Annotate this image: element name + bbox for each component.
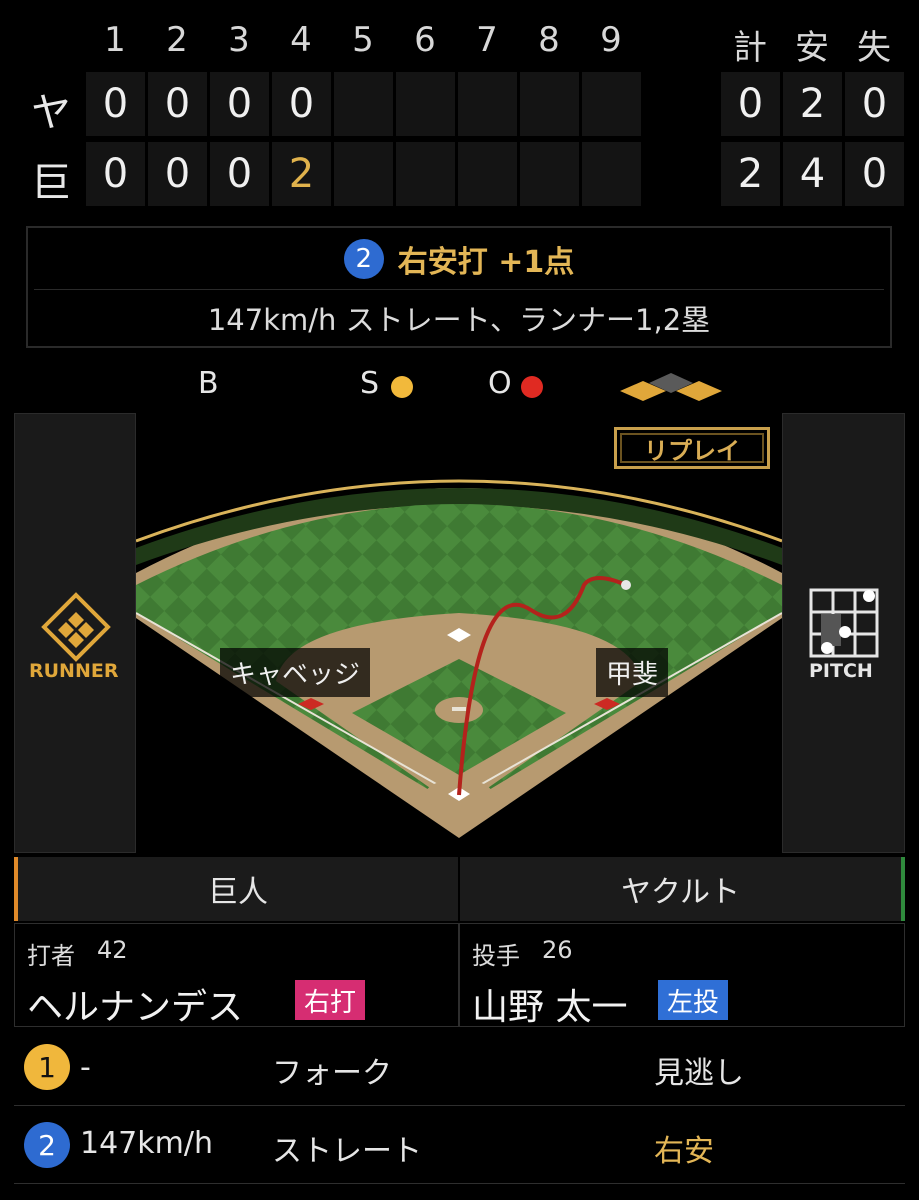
pitch-row[interactable]: 1 - フォーク 見逃し bbox=[14, 1028, 905, 1106]
score-cell: 0 bbox=[148, 72, 207, 136]
runner-panel[interactable]: RUNNER bbox=[14, 413, 136, 853]
pitch-number-badge: 1 bbox=[24, 1044, 70, 1090]
batter-number: 42 bbox=[97, 936, 128, 964]
score-cell bbox=[334, 72, 393, 136]
inning-header: 7 bbox=[476, 20, 498, 60]
tab-away-team[interactable]: ヤクルト bbox=[460, 857, 905, 921]
pitch-row[interactable]: 2 147km/h ストレート 右安 bbox=[14, 1106, 905, 1184]
score-cell: 0 bbox=[86, 142, 145, 206]
hits-header: 安 bbox=[795, 28, 829, 68]
team-abbr-home: 巨 bbox=[31, 160, 71, 206]
replay-button[interactable]: リプレイ bbox=[614, 427, 770, 469]
inning-header: 4 bbox=[290, 20, 312, 60]
pitcher-name: 山野 太一 bbox=[472, 987, 628, 1028]
play-detail: 147km/h ストレート、ランナー1,2塁 bbox=[207, 303, 711, 337]
score-cell: 0 bbox=[86, 72, 145, 136]
errors-total: 0 bbox=[845, 142, 904, 206]
batter-name: ヘルナンデス bbox=[27, 987, 244, 1028]
score-cell bbox=[396, 72, 455, 136]
score-cell bbox=[396, 142, 455, 206]
score-cell bbox=[582, 142, 641, 206]
pitcher-hand-badge: 左投 bbox=[658, 980, 729, 1020]
pitcher-card[interactable]: 投手 26 山野 太一 左投 bbox=[459, 923, 905, 1028]
runs-total: 0 bbox=[721, 72, 780, 136]
play-number-badge: 2 bbox=[343, 238, 384, 279]
base-runner-icon bbox=[620, 373, 722, 401]
strike-dot bbox=[391, 376, 413, 398]
score-cell: 0 bbox=[148, 142, 207, 206]
inning-header: 3 bbox=[228, 20, 250, 60]
score-cell: 0 bbox=[272, 72, 331, 136]
score-cell bbox=[520, 142, 579, 206]
runs-header: 計 bbox=[733, 28, 767, 68]
current-play-panel: 2 右安打 +1点 147km/h ストレート、ランナー1,2塁 bbox=[26, 226, 892, 348]
pitch-speed: - bbox=[80, 1050, 91, 1085]
pitch-grid-icon bbox=[809, 588, 879, 658]
pitch-speed: 147km/h bbox=[80, 1126, 213, 1161]
pitch-number-badge: 2 bbox=[24, 1122, 70, 1168]
team-abbr-away: ヤ bbox=[31, 90, 71, 136]
field-diagram bbox=[136, 413, 782, 853]
pitch-type: ストレート bbox=[272, 1134, 422, 1169]
inning-header: 1 bbox=[104, 20, 126, 60]
score-cell: 0 bbox=[210, 72, 269, 136]
batter-role-label: 打者 bbox=[27, 942, 75, 970]
hits-total: 4 bbox=[783, 142, 842, 206]
ball-label: B bbox=[198, 366, 219, 401]
score-cell bbox=[458, 142, 517, 206]
baseball-field bbox=[136, 479, 782, 838]
runs-total: 2 bbox=[721, 142, 780, 206]
batter-card[interactable]: 打者 42 ヘルナンデス 右打 bbox=[14, 923, 459, 1028]
runner-diamond-icon bbox=[41, 592, 111, 662]
strike-label: S bbox=[360, 366, 380, 401]
inning-header: 8 bbox=[538, 20, 560, 60]
fielder-tag-right: 甲斐 bbox=[596, 648, 669, 697]
score-cell: 0 bbox=[210, 142, 269, 206]
pitcher-role-label: 投手 bbox=[472, 942, 520, 970]
pitch-panel[interactable]: PITCH bbox=[782, 413, 905, 853]
inning-header: 2 bbox=[166, 20, 188, 60]
score-cell bbox=[520, 72, 579, 136]
score-cell bbox=[458, 72, 517, 136]
pitch-type: フォーク bbox=[272, 1056, 392, 1091]
batter-hand-badge: 右打 bbox=[295, 980, 366, 1020]
out-dot bbox=[521, 376, 543, 398]
errors-total: 0 bbox=[845, 72, 904, 136]
play-summary: 2 右安打 +1点 bbox=[34, 228, 884, 290]
pitch-result: 見逃し bbox=[654, 1056, 744, 1091]
play-result: 右安打 +1点 bbox=[397, 244, 575, 280]
errors-header: 失 bbox=[857, 28, 891, 68]
inning-header: 6 bbox=[414, 20, 436, 60]
pitcher-number: 26 bbox=[542, 936, 573, 964]
pitch-result: 右安 bbox=[654, 1134, 714, 1169]
inning-header: 5 bbox=[352, 20, 374, 60]
inning-header: 9 bbox=[600, 20, 622, 60]
out-label: O bbox=[488, 366, 512, 401]
runner-label: RUNNER bbox=[29, 660, 119, 682]
fielder-tag-left: キャベッジ bbox=[220, 648, 371, 697]
hits-total: 2 bbox=[783, 72, 842, 136]
score-cell: 2 bbox=[272, 142, 331, 206]
pitch-label: PITCH bbox=[809, 660, 873, 682]
score-cell bbox=[334, 142, 393, 206]
tab-home-team[interactable]: 巨人 bbox=[14, 857, 458, 921]
score-cell bbox=[582, 72, 641, 136]
